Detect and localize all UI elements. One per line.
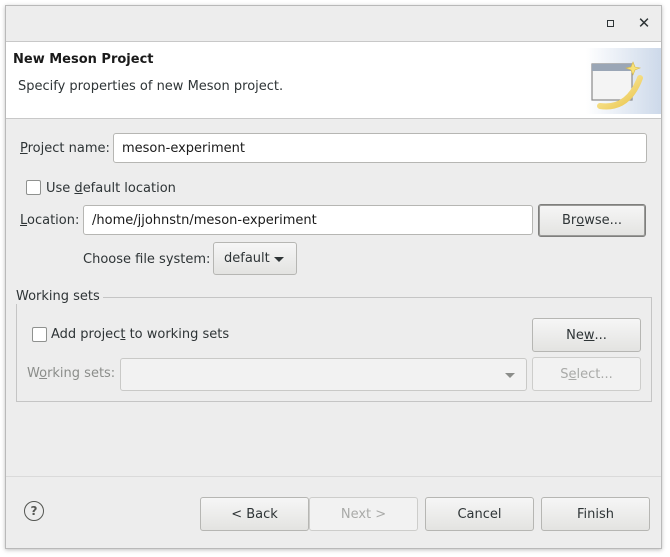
chevron-down-icon — [505, 373, 515, 378]
page-title: New Meson Project — [13, 52, 154, 67]
button-bar-separator — [6, 476, 661, 477]
title-bar: ✕ — [6, 6, 661, 42]
help-icon: ? — [30, 504, 38, 518]
close-icon: ✕ — [637, 14, 651, 32]
help-button[interactable]: ? — [24, 501, 44, 521]
chevron-down-icon — [274, 257, 284, 262]
use-default-location-label[interactable]: Use default location — [46, 181, 176, 196]
maximize-button[interactable] — [601, 14, 619, 32]
working-sets-combo[interactable] — [120, 358, 527, 391]
working-sets-label: Working sets: — [27, 366, 116, 381]
close-button[interactable]: ✕ — [635, 14, 653, 32]
select-working-sets-button[interactable]: Se lect... — [532, 357, 641, 391]
location-input[interactable] — [83, 205, 533, 235]
project-name-label: Project name: — [20, 141, 110, 156]
page-description: Specify properties of new Meson project. — [18, 79, 284, 94]
add-to-working-sets-label[interactable]: Add project to working sets — [51, 327, 229, 342]
file-system-dropdown[interactable]: default — [213, 242, 297, 275]
working-sets-group-title: Working sets — [16, 289, 103, 304]
project-name-input[interactable] — [113, 133, 647, 163]
wizard-header: New Meson Project Specify properties of … — [6, 42, 661, 119]
browse-button[interactable]: Br o wse... — [538, 204, 646, 237]
finish-button[interactable]: Finish — [541, 497, 650, 531]
maximize-icon — [606, 19, 614, 27]
next-button[interactable]: Next > — [309, 497, 418, 531]
new-meson-project-dialog: ✕ New Meson Project Specify properties o… — [5, 5, 662, 549]
new-working-set-button[interactable]: Ne w... — [532, 318, 641, 352]
back-button[interactable]: < Back — [200, 497, 309, 531]
wizard-banner-icon — [586, 48, 661, 114]
use-default-location-checkbox[interactable] — [26, 180, 41, 195]
add-to-working-sets-checkbox[interactable] — [32, 327, 47, 342]
file-system-label: Choose file system: — [83, 252, 211, 267]
cancel-button[interactable]: Cancel — [425, 497, 534, 531]
file-system-value: default — [224, 251, 270, 266]
location-label: Location: — [20, 213, 80, 228]
